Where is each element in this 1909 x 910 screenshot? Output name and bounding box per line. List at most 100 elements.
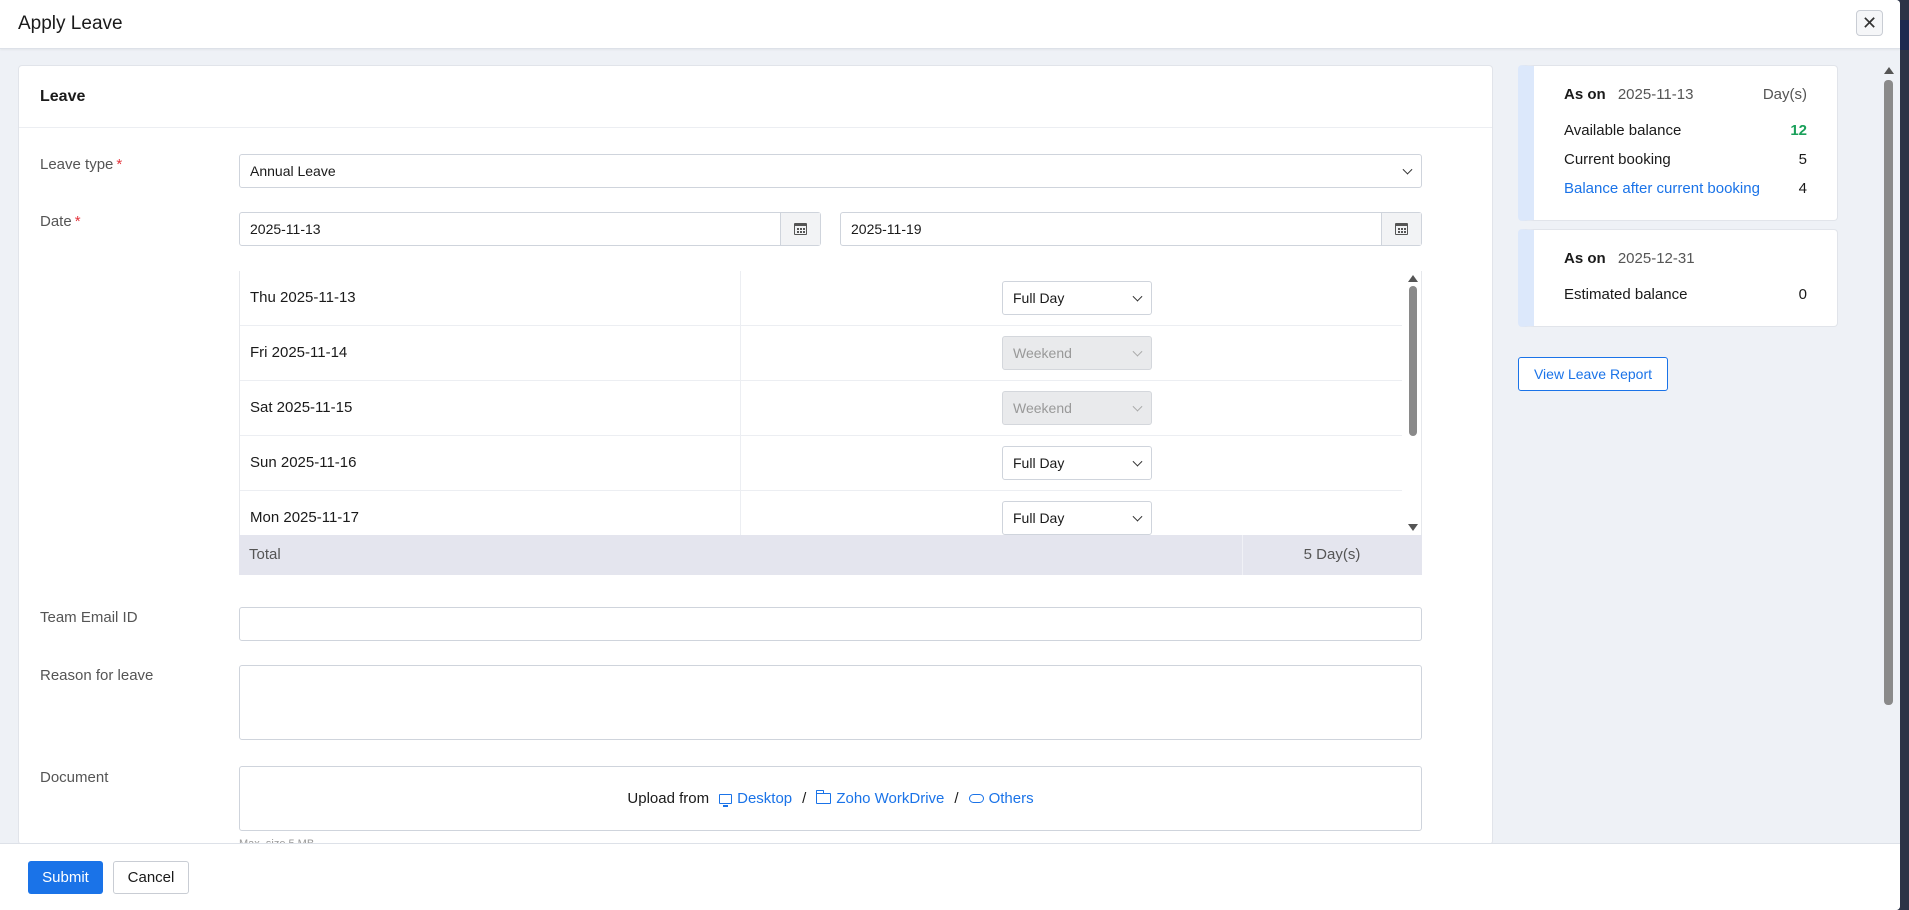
chevron-down-icon — [1132, 456, 1143, 467]
day-type-select: Weekend — [1002, 391, 1152, 425]
document-label: Document — [40, 769, 109, 786]
available-balance-row: Available balance 12 — [1564, 122, 1807, 139]
cancel-button[interactable]: Cancel — [113, 861, 189, 894]
balance-card-current: As on 2025-11-13 Day(s) Available balanc… — [1518, 65, 1838, 221]
day-row: Sat 2025-11-15 Weekend — [240, 381, 1402, 436]
reason-label: Reason for leave — [40, 667, 154, 684]
day-type-value: Weekend — [1013, 400, 1072, 416]
upload-desktop-link[interactable]: Desktop — [719, 790, 792, 807]
day-label: Sat 2025-11-15 — [250, 399, 353, 416]
dialog-title: Apply Leave — [18, 13, 123, 34]
column-divider — [740, 271, 741, 325]
column-divider — [740, 436, 741, 490]
column-divider — [740, 491, 741, 535]
leave-days-table: Thu 2025-11-13 Full Day Fri 2025-11-14 W… — [239, 271, 1422, 535]
day-label: Mon 2025-11-17 — [250, 509, 359, 526]
upload-from-text: Upload from — [627, 790, 710, 807]
folder-icon — [816, 790, 832, 804]
required-mark: * — [74, 213, 81, 230]
divider — [19, 127, 1492, 128]
day-row: Mon 2025-11-17 Full Day — [240, 491, 1402, 535]
day-type-value: Weekend — [1013, 345, 1072, 361]
unit-header: Day(s) — [1762, 86, 1807, 103]
leave-type-label-text: Leave type — [40, 156, 114, 173]
current-booking-row: Current booking 5 — [1564, 151, 1807, 168]
scrollbar-thumb[interactable] — [1409, 286, 1417, 436]
background-block — [1900, 20, 1909, 50]
from-date-input[interactable]: 2025-11-13 — [239, 212, 821, 246]
column-divider — [740, 326, 741, 380]
chevron-down-icon — [1132, 401, 1143, 412]
upload-others-link[interactable]: Others — [968, 790, 1034, 807]
balance-after-label[interactable]: Balance after current booking — [1564, 180, 1760, 197]
day-label: Thu 2025-11-13 — [250, 289, 356, 306]
total-value: 5 Day(s) — [1303, 546, 1361, 563]
reason-textarea[interactable] — [239, 665, 1422, 740]
submit-button[interactable]: Submit — [28, 861, 103, 894]
cloud-icon — [968, 794, 984, 803]
to-date-input[interactable]: 2025-11-19 — [840, 212, 1422, 246]
scrollbar-thumb[interactable] — [1884, 80, 1893, 705]
days-scrollbar[interactable] — [1404, 271, 1421, 535]
available-balance-label: Available balance — [1564, 122, 1682, 139]
total-label: Total — [249, 546, 281, 563]
upload-desktop-label: Desktop — [737, 790, 793, 807]
chevron-down-icon — [1402, 164, 1413, 175]
view-leave-report-button[interactable]: View Leave Report — [1518, 357, 1668, 391]
to-date-value: 2025-11-19 — [851, 221, 922, 237]
as-on-label: As on — [1564, 86, 1606, 103]
team-email-input[interactable] — [239, 607, 1422, 641]
date-label-text: Date — [40, 213, 72, 230]
as-on-date: 2025-11-13 — [1617, 86, 1694, 103]
from-date-calendar-button[interactable] — [780, 213, 820, 245]
balance-after-value: 4 — [1798, 180, 1807, 197]
scroll-down-arrow-icon[interactable] — [1408, 524, 1418, 531]
estimated-balance-value: 0 — [1798, 286, 1807, 303]
desktop-icon — [719, 793, 733, 807]
day-type-select[interactable]: Full Day — [1002, 281, 1152, 315]
estimated-balance-label: Estimated balance — [1564, 286, 1688, 303]
scroll-up-arrow-icon[interactable] — [1884, 67, 1894, 74]
upload-others-label: Others — [988, 790, 1034, 807]
dialog-header: Apply Leave ✕ — [0, 0, 1900, 49]
close-button[interactable]: ✕ — [1856, 10, 1883, 36]
upload-workdrive-label: Zoho WorkDrive — [836, 790, 945, 807]
day-label: Fri 2025-11-14 — [250, 344, 348, 361]
page-scrollbar[interactable] — [1882, 65, 1895, 850]
chevron-down-icon — [1132, 291, 1143, 302]
day-label: Sun 2025-11-16 — [250, 454, 357, 471]
column-divider — [740, 381, 741, 435]
document-upload-area[interactable]: Upload from Desktop / Zoho WorkDrive / O… — [239, 766, 1422, 831]
day-type-value: Full Day — [1013, 510, 1065, 526]
estimated-balance-row: Estimated balance 0 — [1564, 286, 1807, 303]
balance-card-future: As on 2025-12-31 Estimated balance 0 — [1518, 229, 1838, 327]
leave-type-select[interactable]: Annual Leave — [239, 154, 1422, 188]
day-type-value: Full Day — [1013, 455, 1065, 471]
available-balance-value: 12 — [1790, 122, 1807, 139]
upload-workdrive-link[interactable]: Zoho WorkDrive — [816, 790, 944, 807]
calendar-icon — [794, 223, 807, 235]
leave-type-value: Annual Leave — [250, 163, 336, 179]
balance-after-row: Balance after current booking 4 — [1564, 180, 1807, 197]
scroll-up-arrow-icon[interactable] — [1408, 275, 1418, 282]
date-label: Date * — [40, 213, 81, 230]
apply-leave-dialog: Apply Leave ✕ Leave Leave type * Annual L… — [0, 0, 1900, 910]
as-on-label: As on — [1564, 250, 1606, 267]
current-booking-value: 5 — [1798, 151, 1807, 168]
balance-header-row: As on 2025-12-31 — [1564, 250, 1807, 267]
day-type-select[interactable]: Full Day — [1002, 446, 1152, 480]
section-title: Leave — [40, 88, 86, 105]
day-type-select: Weekend — [1002, 336, 1152, 370]
day-row: Sun 2025-11-16 Full Day — [240, 436, 1402, 491]
required-mark: * — [116, 156, 123, 173]
calendar-icon — [1395, 223, 1408, 235]
day-type-select[interactable]: Full Day — [1002, 501, 1152, 535]
to-date-calendar-button[interactable] — [1381, 213, 1421, 245]
team-email-label: Team Email ID — [40, 609, 138, 626]
as-on-heading: As on 2025-11-13 — [1564, 86, 1693, 103]
day-type-value: Full Day — [1013, 290, 1065, 306]
chevron-down-icon — [1132, 511, 1143, 522]
day-row: Thu 2025-11-13 Full Day — [240, 271, 1402, 326]
from-date-value: 2025-11-13 — [250, 221, 321, 237]
chevron-down-icon — [1132, 346, 1143, 357]
